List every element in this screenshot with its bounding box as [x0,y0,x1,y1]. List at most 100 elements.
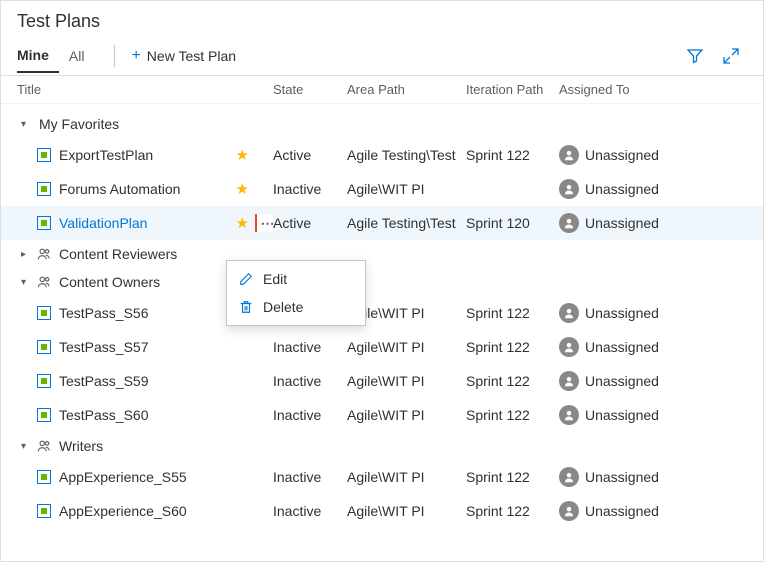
test-plan-icon [37,148,51,162]
test-plan-row[interactable]: Forums Automation★InactiveAgile\WIT PIUn… [1,172,763,206]
state-cell: Inactive [273,469,347,485]
avatar-icon [559,213,579,233]
iteration-cell: Sprint 122 [466,503,559,519]
tab-all[interactable]: All [69,40,95,72]
plus-icon: + [131,47,140,65]
chevron-icon: ▾ [21,277,31,288]
assigned-text: Unassigned [585,215,659,231]
col-assigned[interactable]: Assigned To [559,82,747,97]
assigned-text: Unassigned [585,407,659,423]
avatar-icon [559,501,579,521]
assigned-text: Unassigned [585,305,659,321]
test-plan-row[interactable]: ValidationPlan★⋯ActiveAgile Testing\Test… [1,206,763,240]
test-plan-icon [37,306,51,320]
assigned-text: Unassigned [585,503,659,519]
test-plan-title: AppExperience_S60 [59,503,187,519]
area-cell: Agile\WIT PI [347,469,466,485]
area-cell: Agile\WIT PI [347,339,466,355]
test-plan-title: AppExperience_S55 [59,469,187,485]
iteration-cell: Sprint 122 [466,373,559,389]
iteration-cell: Sprint 122 [466,407,559,423]
iteration-cell: Sprint 120 [466,215,559,231]
assigned-cell: Unassigned [559,501,747,521]
test-plan-row[interactable]: AppExperience_S60 InactiveAgile\WIT PISpr… [1,494,763,528]
area-cell: Agile\WIT PI [347,503,466,519]
more-actions-button[interactable]: ⋯ [255,214,273,232]
state-cell: Inactive [273,407,347,423]
people-icon [37,275,51,289]
area-cell: Agile Testing\Test [347,147,466,163]
tab-mine[interactable]: Mine [17,39,59,73]
star-icon[interactable]: ★ [236,214,249,232]
group-label: My Favorites [39,116,119,132]
expand-button[interactable] [715,40,747,72]
group-row[interactable]: ▾ My Favorites [1,110,763,138]
assigned-cell: Unassigned [559,371,747,391]
test-plan-icon [37,340,51,354]
test-plan-title: TestPass_S59 [59,373,149,389]
state-cell: Inactive [273,503,347,519]
test-plan-title: TestPass_S57 [59,339,149,355]
group-label: Content Reviewers [59,246,177,262]
assigned-text: Unassigned [585,339,659,355]
assigned-cell: Unassigned [559,405,747,425]
iteration-cell: Sprint 122 [466,339,559,355]
toolbar: Mine All + New Test Plan [1,36,763,76]
people-icon [37,247,51,261]
col-area[interactable]: Area Path [347,82,466,97]
iteration-cell: Sprint 122 [466,469,559,485]
assigned-cell: Unassigned [559,303,747,323]
test-plans-list: ▾My FavoritesExportTestPlan★ActiveAgile … [1,104,763,528]
area-cell: Agile Testing\Test [347,215,466,231]
test-plan-icon [37,374,51,388]
star-icon[interactable]: ★ [236,146,249,164]
new-test-plan-button[interactable]: + New Test Plan [125,43,242,69]
group-row[interactable]: ▾ Writers [1,432,763,460]
column-headers: Title State Area Path Iteration Path Ass… [1,76,763,104]
avatar-icon [559,145,579,165]
col-title[interactable]: Title [17,82,273,97]
test-plan-row[interactable]: ExportTestPlan★ActiveAgile Testing\TestS… [1,138,763,172]
people-icon [37,439,51,453]
group-row[interactable]: ▾ Content Owners [1,268,763,296]
test-plan-title: Forums Automation [59,181,180,197]
context-menu: Edit Delete [226,260,366,326]
page-title: Test Plans [1,1,763,36]
area-cell: Agile\WIT PI [347,407,466,423]
group-label: Content Owners [59,274,160,290]
avatar-icon [559,337,579,357]
context-edit-label: Edit [263,271,287,287]
col-state[interactable]: State [273,82,347,97]
avatar-icon [559,179,579,199]
context-delete[interactable]: Delete [227,293,365,321]
chevron-icon: ▾ [21,119,31,130]
col-iter[interactable]: Iteration Path [466,82,559,97]
new-test-plan-label: New Test Plan [147,48,236,64]
assigned-cell: Unassigned [559,179,747,199]
chevron-icon: ▾ [21,441,31,452]
avatar-icon [559,405,579,425]
context-edit[interactable]: Edit [227,265,365,293]
iteration-cell: Sprint 122 [466,147,559,163]
avatar-icon [559,303,579,323]
assigned-cell: Unassigned [559,467,747,487]
test-plan-row[interactable]: TestPass_S56InactiveAgile\WIT PISprint 1… [1,296,763,330]
test-plan-row[interactable]: TestPass_S57InactiveAgile\WIT PISprint 1… [1,330,763,364]
test-plan-icon [37,216,51,230]
group-row[interactable]: ▸Content Reviewers [1,240,763,268]
test-plan-icon [37,182,51,196]
filter-button[interactable] [679,40,711,72]
test-plan-row[interactable]: AppExperience_S55 InactiveAgile\WIT PISpr… [1,460,763,494]
expand-icon [723,48,739,64]
assigned-cell: Unassigned [559,145,747,165]
test-plan-title: ExportTestPlan [59,147,153,163]
assigned-text: Unassigned [585,181,659,197]
star-icon[interactable]: ★ [236,180,249,198]
assigned-text: Unassigned [585,469,659,485]
test-plan-row[interactable]: TestPass_S60InactiveAgile\WIT PISprint 1… [1,398,763,432]
assigned-cell: Unassigned [559,337,747,357]
state-cell: Active [273,215,347,231]
test-plan-title: TestPass_S56 [59,305,149,321]
group-label: Writers [59,438,103,454]
test-plan-row[interactable]: TestPass_S59InactiveAgile\WIT PISprint 1… [1,364,763,398]
